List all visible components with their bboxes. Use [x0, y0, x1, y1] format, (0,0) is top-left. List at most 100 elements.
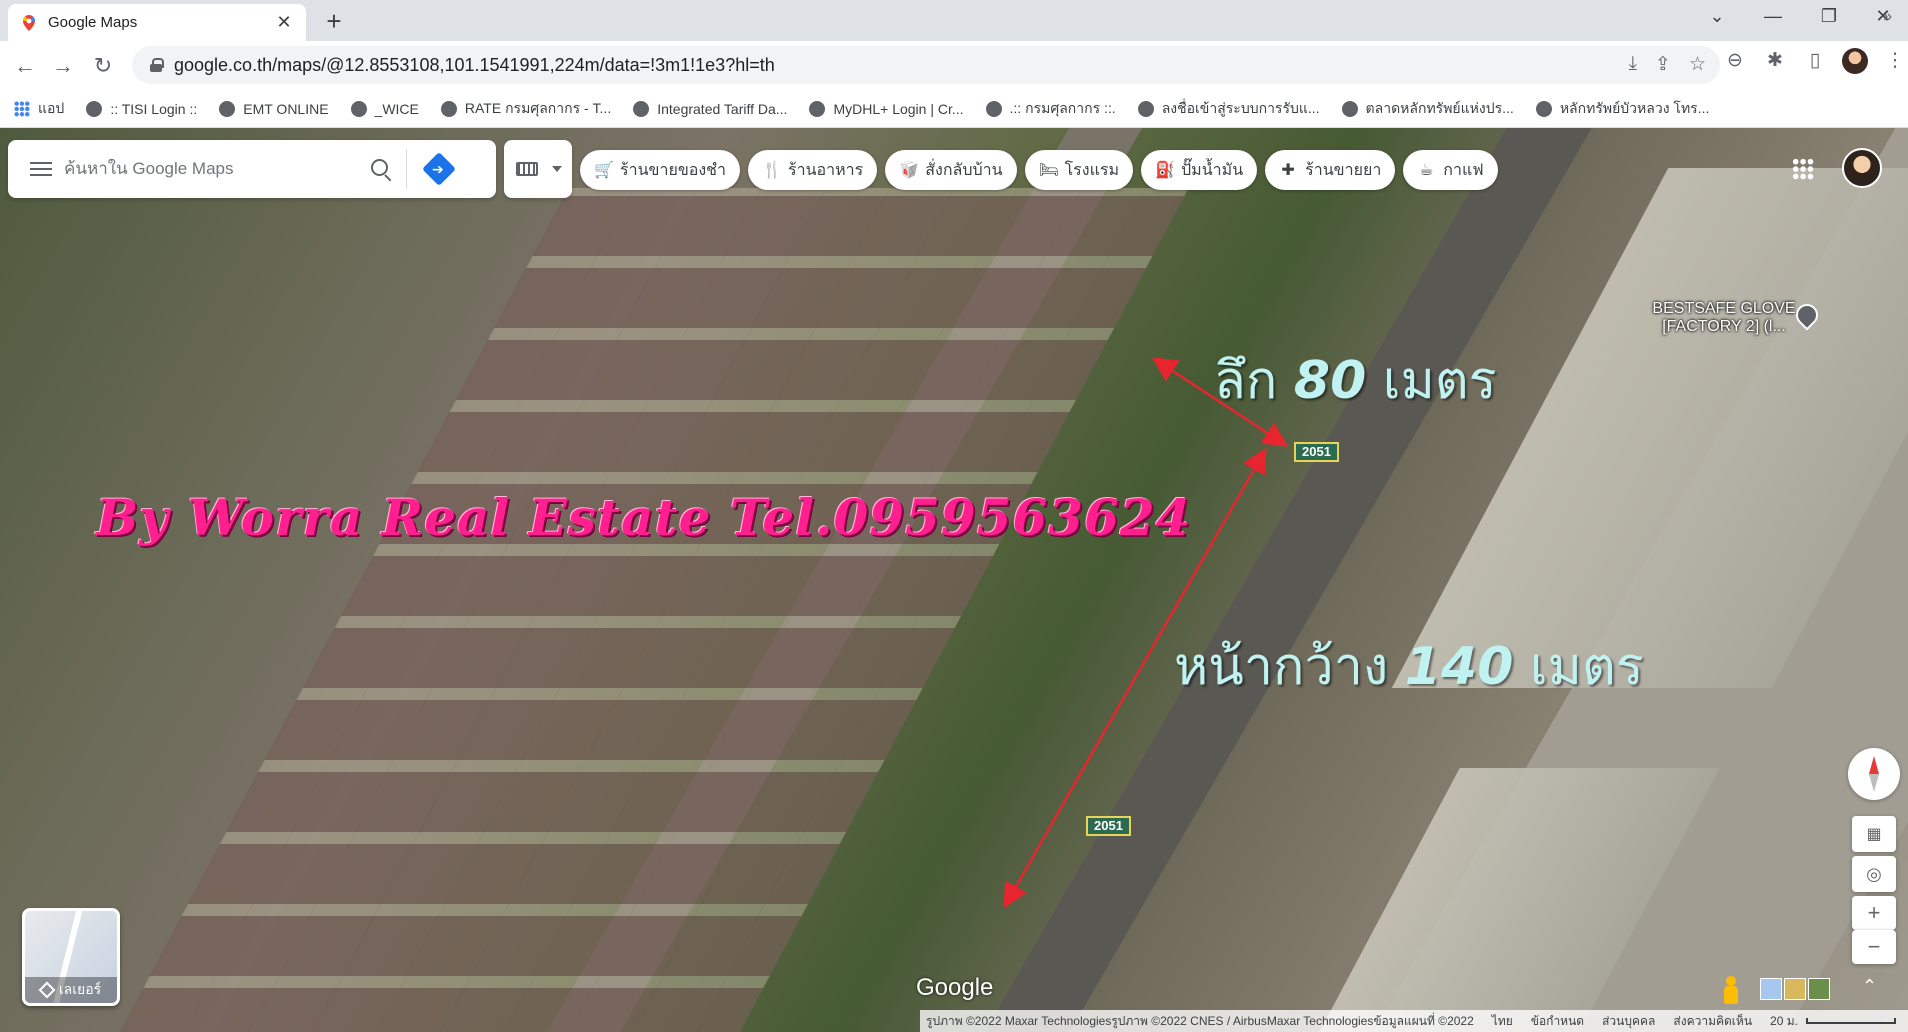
bookmark-item[interactable]: :: TISI Login ::: [86, 100, 197, 117]
side-panel-icon[interactable]: ▯: [1802, 48, 1828, 74]
bookmark-favicon-icon: [1535, 100, 1552, 117]
imagery-attribution: รูปภาพ ©2022 Maxar Technologiesรูปภาพ ©2…: [926, 1013, 1474, 1028]
forward-icon[interactable]: →: [48, 51, 78, 81]
category-chip[interactable]: 🛒 ร้านขายของชำ: [580, 150, 741, 190]
imagery-thumbnails: [1760, 978, 1830, 1000]
pegman-icon[interactable]: [1720, 976, 1742, 1006]
chip-label: ร้านขายของชำ: [620, 161, 727, 179]
zoom-in-button[interactable]: +: [1852, 896, 1896, 930]
category-chip[interactable]: ✚ ร้านขายยา: [1265, 150, 1396, 190]
extension-icon[interactable]: ⊖: [1722, 48, 1748, 74]
chip-label: สั่งกลับบ้าน: [925, 161, 1003, 179]
watermark-text: By Worra Real Estate Tel.0959563624: [96, 488, 1192, 547]
terrain-thumb[interactable]: [1784, 978, 1806, 1000]
category-chips: 🛒 ร้านขายของชำ 🍴 ร้านอาหาร 🥡 สั่งกลับบ้าน 🛏 โรง…: [580, 150, 1498, 190]
kebab-menu-icon[interactable]: ⋮: [1882, 48, 1908, 74]
chevron-up-icon[interactable]: ⌃: [1862, 976, 1877, 997]
bookmark-item[interactable]: Integrated Tariff Da...: [633, 100, 787, 117]
bookmark-star-icon[interactable]: ☆: [1689, 53, 1706, 76]
bookmark-item[interactable]: _WICE: [350, 100, 419, 117]
restore-icon[interactable]: ❐: [1806, 6, 1852, 27]
bookmark-apps[interactable]: แอป: [14, 98, 64, 120]
restaurant-icon: 🍴: [762, 162, 782, 179]
reload-icon[interactable]: ↻: [88, 51, 118, 81]
bookmark-item[interactable]: ลงชื่อเข้าสู่ระบบการรับแ...: [1137, 98, 1320, 120]
directions-icon[interactable]: [407, 140, 471, 198]
input-tools-button[interactable]: [504, 140, 572, 198]
back-icon[interactable]: ←: [10, 51, 40, 81]
category-chip[interactable]: ☕ กาแฟ: [1403, 150, 1498, 190]
browser-chrome: Google Maps ✕ + ⌄ — ❐ ✕ ← → ↻ google.co.…: [0, 0, 1908, 128]
scale-bar: [1805, 1018, 1896, 1024]
zoom-out-button[interactable]: −: [1852, 930, 1896, 964]
width-label: หน้ากว้าง 140 เมตร: [1174, 637, 1644, 697]
category-chip[interactable]: 🍴 ร้านอาหาร: [748, 150, 878, 190]
gas-station-icon: ⛽: [1155, 162, 1175, 179]
road-shield[interactable]: 2051: [1294, 442, 1339, 462]
category-chip[interactable]: ⛽ ปั๊มน้ำมัน: [1141, 150, 1258, 190]
bookmark-item[interactable]: MyDHL+ Login | Cr...: [809, 100, 964, 117]
chip-label: โรงแรม: [1064, 161, 1120, 179]
chip-label: กาแฟ: [1443, 161, 1484, 179]
layers-caption: เลเยอร์: [25, 977, 117, 1003]
tab-strip: Google Maps ✕ + ⌄ — ❐ ✕: [0, 0, 1908, 41]
search-input[interactable]: [64, 159, 354, 179]
language-link[interactable]: ไทย: [1492, 1012, 1513, 1031]
satellite-thumb[interactable]: [1808, 978, 1830, 1000]
lock-icon[interactable]: [150, 58, 164, 72]
chip-label: ปั๊มน้ำมัน: [1181, 161, 1244, 179]
bookmark-item[interactable]: หลักทรัพย์บัวหลวง โทร...: [1535, 98, 1709, 120]
category-chip[interactable]: 🥡 สั่งกลับบ้าน: [885, 150, 1017, 190]
bookmark-favicon-icon: [350, 100, 367, 117]
bookmark-favicon-icon: [633, 100, 650, 117]
bookmark-item[interactable]: EMT ONLINE: [219, 100, 329, 117]
chip-label: ร้านอาหาร: [788, 161, 864, 179]
url-text[interactable]: google.co.th/maps/@12.8553108,101.154199…: [174, 55, 775, 76]
tab-close-icon[interactable]: ✕: [274, 12, 294, 33]
account-avatar[interactable]: [1842, 148, 1882, 188]
map-thumb[interactable]: [1760, 978, 1782, 1000]
profile-avatar[interactable]: [1842, 48, 1868, 74]
bookmark-item[interactable]: RATE กรมศุลกากร - T...: [440, 98, 611, 120]
terms-link[interactable]: ข้อกำหนด: [1531, 1012, 1584, 1031]
place-label[interactable]: BESTSAFE GLOVE [FACTORY 2] (l...: [1640, 300, 1808, 336]
my-location-icon[interactable]: ◎: [1852, 856, 1896, 892]
coffee-icon: ☕: [1419, 162, 1434, 179]
tab-search-icon[interactable]: ⌄: [1694, 6, 1740, 27]
map-tilt-button[interactable]: ▦: [1852, 816, 1896, 852]
browser-toolbar: ← → ↻ google.co.th/maps/@12.8553108,101.…: [0, 41, 1908, 90]
layers-icon: [38, 981, 56, 999]
new-tab-button[interactable]: +: [318, 8, 350, 36]
road-shield[interactable]: 2051: [1086, 816, 1131, 836]
hamburger-menu-icon[interactable]: [8, 140, 64, 198]
bookmarks-bar: แอป :: TISI Login :: EMT ONLINE _WICE RATE …: [0, 90, 1908, 128]
install-icon[interactable]: ⤓: [1629, 53, 1637, 76]
apps-grid-icon: [14, 100, 30, 117]
minimize-icon[interactable]: —: [1750, 6, 1796, 27]
tab-google-maps[interactable]: Google Maps ✕: [8, 4, 306, 41]
bookmark-item[interactable]: .:: กรมศุลกากร ::.: [985, 98, 1116, 120]
address-bar[interactable]: google.co.th/maps/@12.8553108,101.154199…: [132, 46, 1720, 84]
search-icon[interactable]: [354, 140, 406, 198]
google-apps-icon[interactable]: [1792, 158, 1814, 180]
bookmark-favicon-icon: [1137, 100, 1154, 117]
map-canvas[interactable]: 🛒 ร้านขายของชำ 🍴 ร้านอาหาร 🥡 สั่งกลับบ้าน 🛏 โรง…: [0, 128, 1908, 1032]
puzzle-icon[interactable]: ✱: [1762, 48, 1788, 74]
compass-icon[interactable]: [1848, 748, 1900, 800]
feedback-link[interactable]: ส่งความคิดเห็น: [1673, 1012, 1752, 1031]
bookmark-favicon-icon: [440, 100, 457, 117]
share-icon[interactable]: ⇪: [1655, 53, 1671, 76]
keyboard-icon: [516, 162, 538, 176]
bookmark-favicon-icon: [985, 100, 1002, 117]
bookmarks-overflow-icon[interactable]: »: [1883, 8, 1892, 26]
scale-label[interactable]: 20 ม.: [1770, 1012, 1798, 1031]
bookmark-item[interactable]: ตลาดหลักทรัพย์แห่งปร...: [1341, 98, 1514, 120]
search-box: [8, 140, 496, 198]
category-chip[interactable]: 🛏 โรงแรม: [1024, 150, 1134, 190]
depth-label: ลึก 80 เมตร: [1214, 351, 1497, 411]
privacy-link[interactable]: ส่วนบุคคล: [1602, 1012, 1655, 1031]
chevron-down-icon: [552, 166, 562, 172]
bookmark-favicon-icon: [1341, 100, 1358, 117]
google-logo: Google: [916, 974, 994, 1001]
layers-button[interactable]: เลเยอร์: [22, 908, 120, 1006]
